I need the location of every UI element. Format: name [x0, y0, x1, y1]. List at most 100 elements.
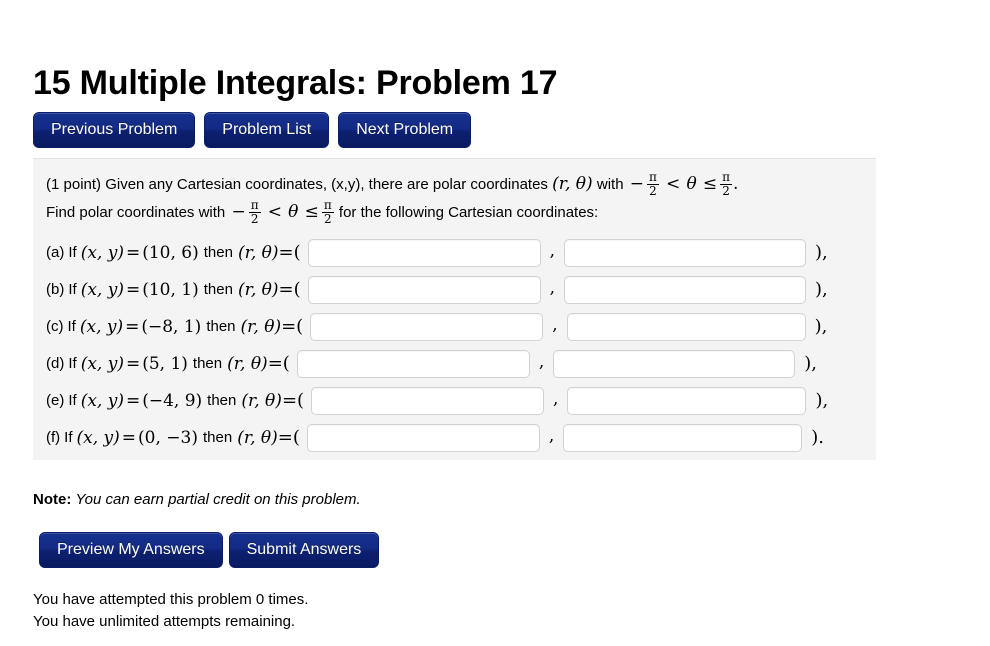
fraction-denominator: 2	[248, 212, 261, 226]
equals-sign: =	[121, 427, 137, 448]
xy-label: (x, y)	[80, 279, 124, 300]
theta-answer-input[interactable]	[567, 386, 807, 415]
theta-answer-input[interactable]	[563, 423, 803, 452]
answer-row: (a) If (x, y) = (10, 6) then (r, θ) =(,),	[46, 234, 876, 271]
problem-statement-line-2: Find polar coordinates with − π 2 < θ ≤ π 2 …	[46, 199, 876, 226]
word-then: then	[207, 392, 237, 410]
theta-symbol-1: θ	[686, 174, 697, 195]
equals-sign: =	[125, 316, 140, 337]
submit-answers-button[interactable]: Submit Answers	[228, 532, 380, 568]
row-tag: (b)	[46, 281, 65, 299]
coordinate-separator-comma: ,	[538, 351, 545, 372]
cartesian-coordinates: (10, 6)	[142, 242, 199, 263]
rtheta-label: (r, θ)	[240, 316, 282, 337]
closing-paren: ),	[814, 316, 828, 338]
pi-over-two-fraction-4: π2	[321, 198, 334, 226]
closing-paren: ).	[811, 427, 825, 449]
r-answer-input[interactable]	[307, 238, 541, 267]
answer-row-label: (a) If (x, y) = (10, 6) then (r, θ) =(	[46, 242, 308, 263]
coordinate-separator-comma: ,	[553, 388, 559, 409]
partial-credit-note: Note: You can earn partial credit on thi…	[33, 491, 361, 508]
fraction-numerator: π	[323, 198, 332, 213]
less-equal-sign-1: ≤	[702, 174, 718, 195]
equals-sign: =	[125, 390, 141, 411]
polar-vars-inline: (r, θ)	[552, 174, 593, 195]
cartesian-coordinates: (0, −3)	[138, 427, 198, 448]
word-if: If	[68, 392, 77, 410]
answer-row-label: (d) If (x, y) = (5, 1) then (r, θ) =(	[46, 353, 297, 374]
statement-period-1: .	[733, 174, 739, 195]
theta-answer-input[interactable]	[566, 312, 806, 341]
statement-text-1: Given any Cartesian coordinates, (x,y), …	[105, 176, 548, 194]
r-answer-input[interactable]	[311, 386, 545, 415]
answer-row: (b) If (x, y) = (10, 1) then (r, θ) =(,),	[46, 271, 876, 308]
r-answer-input[interactable]	[310, 312, 544, 341]
equals-sign: =	[125, 279, 141, 300]
fraction-denominator: 2	[321, 212, 334, 226]
attempt-status: You have attempted this problem 0 times.…	[33, 589, 308, 633]
problem-statement-line-1: (1 point) Given any Cartesian coordinate…	[46, 171, 876, 198]
minus-sign-2: −	[231, 202, 246, 223]
previous-problem-button[interactable]: Previous Problem	[33, 112, 196, 148]
closing-paren: ),	[815, 279, 828, 301]
rtheta-label: (r, θ)	[237, 427, 278, 448]
minus-sign-1: −	[629, 174, 644, 195]
answer-row-label: (c) If (x, y) = (−8, 1) then (r, θ) =(	[46, 316, 310, 337]
word-if: If	[64, 429, 73, 447]
closing-paren: ),	[815, 390, 829, 412]
next-problem-button[interactable]: Next Problem	[338, 112, 472, 148]
theta-answer-input[interactable]	[564, 238, 807, 267]
fraction-denominator: 2	[646, 183, 659, 198]
equals-open-paren: =(	[267, 353, 290, 375]
word-if: If	[68, 244, 77, 262]
r-answer-input[interactable]	[306, 423, 540, 452]
answer-row-label: (f) If (x, y) = (0, −3) then (r, θ) =(	[46, 427, 307, 448]
note-label: Note:	[33, 491, 72, 508]
row-tag: (d)	[46, 355, 65, 373]
point-value: (1 point)	[46, 176, 102, 194]
statement-text-3: for the following Cartesian coordinates:	[338, 204, 599, 222]
statement-text-2: Find polar coordinates with	[46, 204, 226, 222]
theta-answer-input[interactable]	[564, 275, 807, 304]
fraction-numerator: π	[648, 170, 657, 184]
equals-open-paren: =(	[278, 242, 301, 264]
closing-paren: ),	[804, 353, 817, 375]
equals-open-paren: =(	[277, 427, 300, 449]
answer-row-label: (e) If (x, y) = (−4, 9) then (r, θ) =(	[46, 390, 311, 411]
word-if: If	[67, 318, 76, 336]
less-than-sign-1: <	[666, 174, 681, 195]
xy-label: (x, y)	[80, 390, 124, 411]
word-then: then	[203, 281, 233, 299]
answer-row: (e) If (x, y) = (−4, 9) then (r, θ) =(,),	[46, 382, 876, 419]
xy-label: (x, y)	[76, 427, 120, 448]
answer-row: (d) If (x, y) = (5, 1) then (r, θ) =(,),	[46, 345, 876, 382]
r-answer-input[interactable]	[307, 275, 541, 304]
problem-panel: (1 point) Given any Cartesian coordinate…	[33, 158, 876, 460]
word-then: then	[203, 244, 233, 262]
answer-actions: Preview My Answers Submit Answers	[39, 532, 380, 568]
fraction-numerator: π	[250, 198, 259, 213]
row-tag: (f)	[46, 429, 61, 447]
row-tag: (a)	[46, 244, 65, 262]
equals-open-paren: =(	[278, 279, 301, 301]
r-answer-input[interactable]	[296, 349, 530, 378]
coordinate-separator-comma: ,	[549, 240, 556, 261]
equals-sign: =	[125, 353, 141, 374]
equals-open-paren: =(	[281, 390, 305, 412]
xy-label: (x, y)	[80, 353, 124, 374]
attempts-remaining-text: You have unlimited attempts remaining.	[33, 613, 296, 630]
answer-row-label: (b) If (x, y) = (10, 1) then (r, θ) =(	[46, 279, 308, 300]
page-title: 15 Multiple Integrals: Problem 17	[33, 63, 558, 102]
less-equal-sign-2: ≤	[304, 202, 319, 223]
xy-label: (x, y)	[79, 316, 124, 337]
theta-symbol-2: θ	[288, 202, 299, 223]
equals-open-paren: =(	[281, 316, 304, 338]
word-then: then	[192, 355, 223, 373]
coordinate-separator-comma: ,	[552, 314, 558, 335]
preview-my-answers-button[interactable]: Preview My Answers	[39, 532, 223, 568]
theta-answer-input[interactable]	[553, 349, 796, 378]
answer-row: (f) If (x, y) = (0, −3) then (r, θ) =(,).	[46, 419, 876, 456]
word-if: If	[68, 355, 77, 373]
row-tag: (c)	[46, 318, 64, 336]
problem-list-button[interactable]: Problem List	[204, 112, 330, 148]
